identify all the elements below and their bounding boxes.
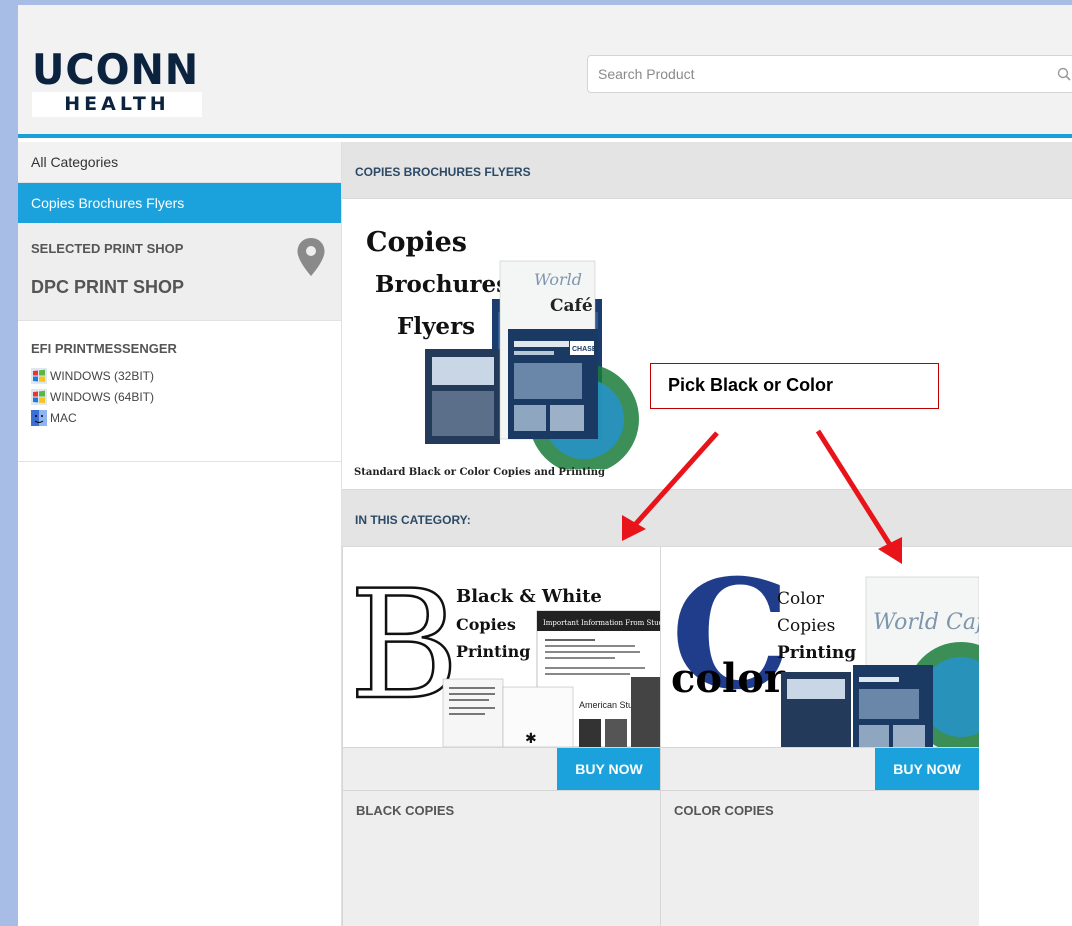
download-label: WINDOWS (64BIT)	[50, 390, 154, 404]
windows-icon	[31, 389, 47, 405]
svg-text:Copies: Copies	[777, 616, 835, 636]
product-grid: B Black & White Copies Printing Importan…	[342, 547, 1072, 926]
svg-text:Important Information From Stu: Important Information From Student Healt…	[543, 619, 661, 627]
svg-text:World Caf: World Caf	[873, 610, 979, 635]
download-label: WINDOWS (32BIT)	[50, 369, 154, 383]
download-label: MAC	[50, 411, 77, 425]
section-title: IN THIS CATEGORY:	[342, 490, 1072, 547]
windows-icon	[31, 368, 47, 384]
download-windows-64bit[interactable]: WINDOWS (64BIT)	[31, 389, 154, 405]
annotation-callout: Pick Black or Color	[650, 363, 939, 409]
black-white-copies-image: B Black & White Copies Printing Importan…	[348, 558, 661, 747]
svg-text:Brochures: Brochures	[375, 271, 509, 298]
page-frame: UCONN HEALTH All Categories Copies Broch…	[18, 5, 1072, 926]
download-windows-32bit[interactable]: WINDOWS (32BIT)	[31, 368, 154, 384]
svg-text:CHASE: CHASE	[572, 346, 597, 353]
product-image[interactable]: C color Color Copies Printing World Caf	[661, 547, 979, 747]
svg-text:Printing: Printing	[777, 643, 856, 663]
svg-text:Copies: Copies	[456, 615, 516, 634]
download-mac[interactable]: MAC	[31, 410, 77, 426]
uconn-health-logo[interactable]: UCONN HEALTH	[32, 45, 204, 117]
location-pin-icon[interactable]	[296, 237, 326, 277]
category-hero-image: Copies Brochures Flyers World Café CHASE	[366, 227, 639, 469]
svg-text:Printing: Printing	[456, 642, 530, 661]
product-image[interactable]: B Black & White Copies Printing Importan…	[343, 547, 661, 747]
sidebar-item-all-categories[interactable]: All Categories	[18, 142, 341, 183]
sidebar-item-copies-brochures-flyers[interactable]: Copies Brochures Flyers	[18, 183, 341, 223]
efi-title: EFI PRINTMESSENGER	[31, 341, 177, 356]
color-copies-image: C color Color Copies Printing World Caf	[671, 547, 979, 747]
product-card-color-copies: C color Color Copies Printing World Caf	[660, 547, 979, 926]
hero-caption: Standard Black or Color Copies and Print…	[354, 467, 605, 478]
product-name[interactable]: BLACK COPIES	[356, 803, 454, 818]
svg-text:Color: Color	[777, 589, 825, 609]
sidebar: All Categories Copies Brochures Flyers S…	[18, 142, 342, 926]
header: UCONN HEALTH	[18, 5, 1072, 138]
product-name[interactable]: COLOR COPIES	[674, 803, 774, 818]
svg-text:Black & White: Black & White	[456, 586, 602, 607]
svg-text:B: B	[349, 559, 459, 733]
search-box	[587, 55, 1072, 93]
category-hero: Copies Brochures Flyers World Café CHASE…	[342, 199, 1072, 490]
search-input[interactable]	[588, 56, 1018, 92]
logo-subtitle: HEALTH	[32, 92, 202, 117]
main-content: COPIES BROCHURES FLYERS Copies Brochures…	[342, 142, 1072, 926]
selected-print-shop: SELECTED PRINT SHOP DPC PRINT SHOP	[18, 223, 341, 321]
mac-icon	[31, 410, 47, 426]
svg-text:✱: ✱	[525, 730, 537, 746]
svg-text:Copies: Copies	[366, 227, 467, 258]
logo-wordmark: UCONN	[32, 45, 200, 94]
search-icon[interactable]	[1057, 67, 1071, 81]
svg-text:Café: Café	[550, 296, 593, 316]
product-card-black-copies: B Black & White Copies Printing Importan…	[342, 547, 661, 926]
print-shop-label: SELECTED PRINT SHOP	[31, 241, 184, 256]
buy-row: BUY NOW	[343, 747, 661, 791]
product-name-row: BLACK COPIES	[343, 790, 661, 926]
product-name-row: COLOR COPIES	[661, 790, 979, 926]
svg-text:World: World	[534, 270, 582, 289]
callout-text: Pick Black or Color	[668, 375, 834, 395]
svg-text:Flyers: Flyers	[397, 313, 475, 340]
category-title: COPIES BROCHURES FLYERS	[342, 142, 1072, 199]
buy-row: BUY NOW	[661, 747, 979, 791]
buy-now-button[interactable]: BUY NOW	[875, 748, 979, 791]
svg-text:color: color	[671, 655, 786, 702]
efi-printmessenger: EFI PRINTMESSENGER WINDOWS (32BIT) WINDO…	[18, 321, 341, 462]
buy-now-button[interactable]: BUY NOW	[557, 748, 661, 791]
print-shop-name[interactable]: DPC PRINT SHOP	[31, 277, 184, 298]
